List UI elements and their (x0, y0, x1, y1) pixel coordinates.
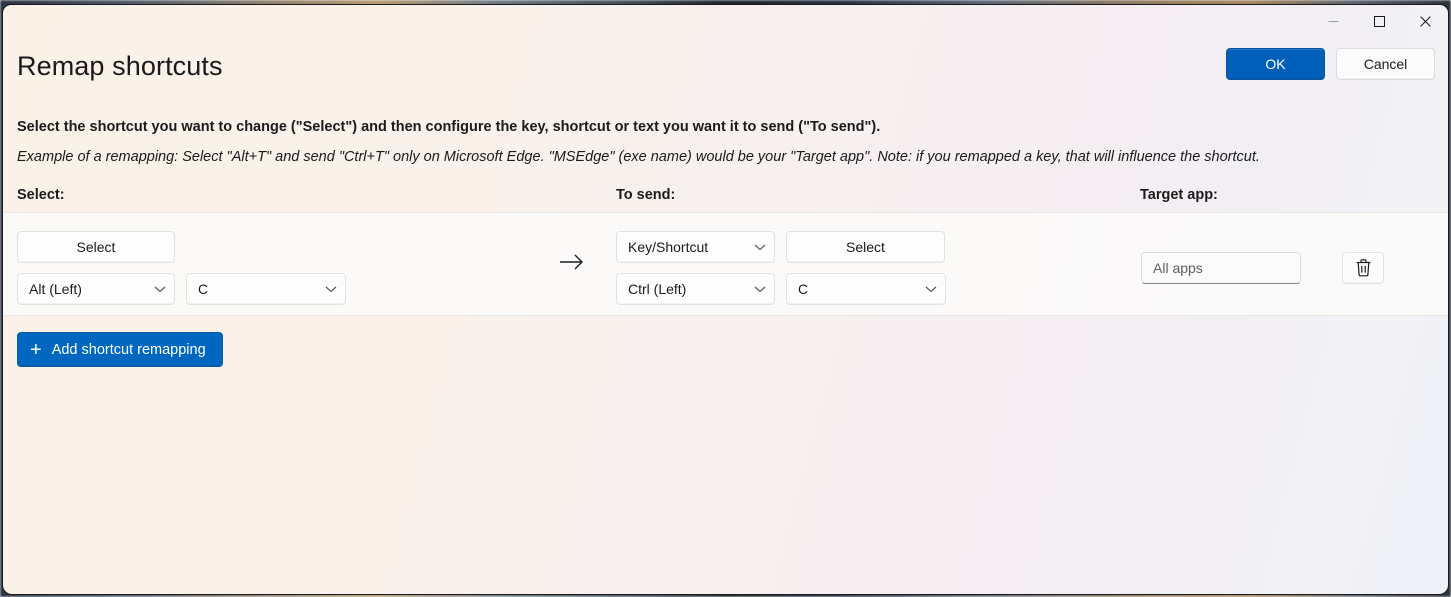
to-send-select-button[interactable]: Select (786, 231, 945, 263)
chevron-down-icon (154, 285, 166, 293)
minimize-icon (1328, 16, 1339, 27)
to-send-type-dropdown[interactable]: Key/Shortcut (616, 231, 775, 263)
description-example: Example of a remapping: Select "Alt+T" a… (17, 149, 1260, 165)
target-app-input[interactable]: All apps (1141, 252, 1301, 284)
arrow-right-icon (559, 253, 585, 276)
to-send-modifier-dropdown[interactable]: Ctrl (Left) (616, 273, 775, 305)
trash-icon (1354, 258, 1373, 278)
plus-icon: + (30, 340, 42, 360)
header-actions: OK Cancel (1226, 48, 1435, 80)
delete-remapping-button[interactable] (1342, 252, 1384, 284)
to-send-type-value: Key/Shortcut (628, 239, 708, 255)
to-send-key-value: C (798, 281, 808, 297)
to-send-key-dropdown[interactable]: C (786, 273, 946, 305)
chevron-down-icon (925, 285, 937, 293)
title-bar (3, 5, 1448, 37)
chevron-down-icon (325, 285, 337, 293)
column-header-select: Select: (17, 187, 65, 203)
minimize-button[interactable] (1310, 5, 1356, 37)
chevron-down-icon (754, 243, 766, 251)
select-shortcut-button[interactable]: Select (17, 231, 175, 263)
close-button[interactable] (1402, 5, 1448, 37)
select-key-dropdown[interactable]: C (186, 273, 346, 305)
column-header-target-app: Target app: (1140, 187, 1218, 203)
maximize-button[interactable] (1356, 5, 1402, 37)
description-main: Select the shortcut you want to change (… (17, 119, 880, 135)
column-header-to-send: To send: (616, 187, 675, 203)
add-shortcut-remapping-label: Add shortcut remapping (52, 342, 206, 358)
to-send-modifier-value: Ctrl (Left) (628, 281, 686, 297)
select-modifier-dropdown[interactable]: Alt (Left) (17, 273, 175, 305)
maximize-icon (1374, 16, 1385, 27)
select-modifier-value: Alt (Left) (29, 281, 82, 297)
cancel-button[interactable]: Cancel (1336, 48, 1435, 80)
target-app-placeholder: All apps (1153, 260, 1203, 276)
remap-shortcuts-window: Remap shortcuts OK Cancel Select the sho… (2, 4, 1449, 595)
close-icon (1420, 16, 1431, 27)
ok-button[interactable]: OK (1226, 48, 1325, 80)
chevron-down-icon (754, 285, 766, 293)
add-shortcut-remapping-button[interactable]: + Add shortcut remapping (17, 332, 223, 367)
select-key-value: C (198, 281, 208, 297)
page-title: Remap shortcuts (17, 51, 223, 82)
